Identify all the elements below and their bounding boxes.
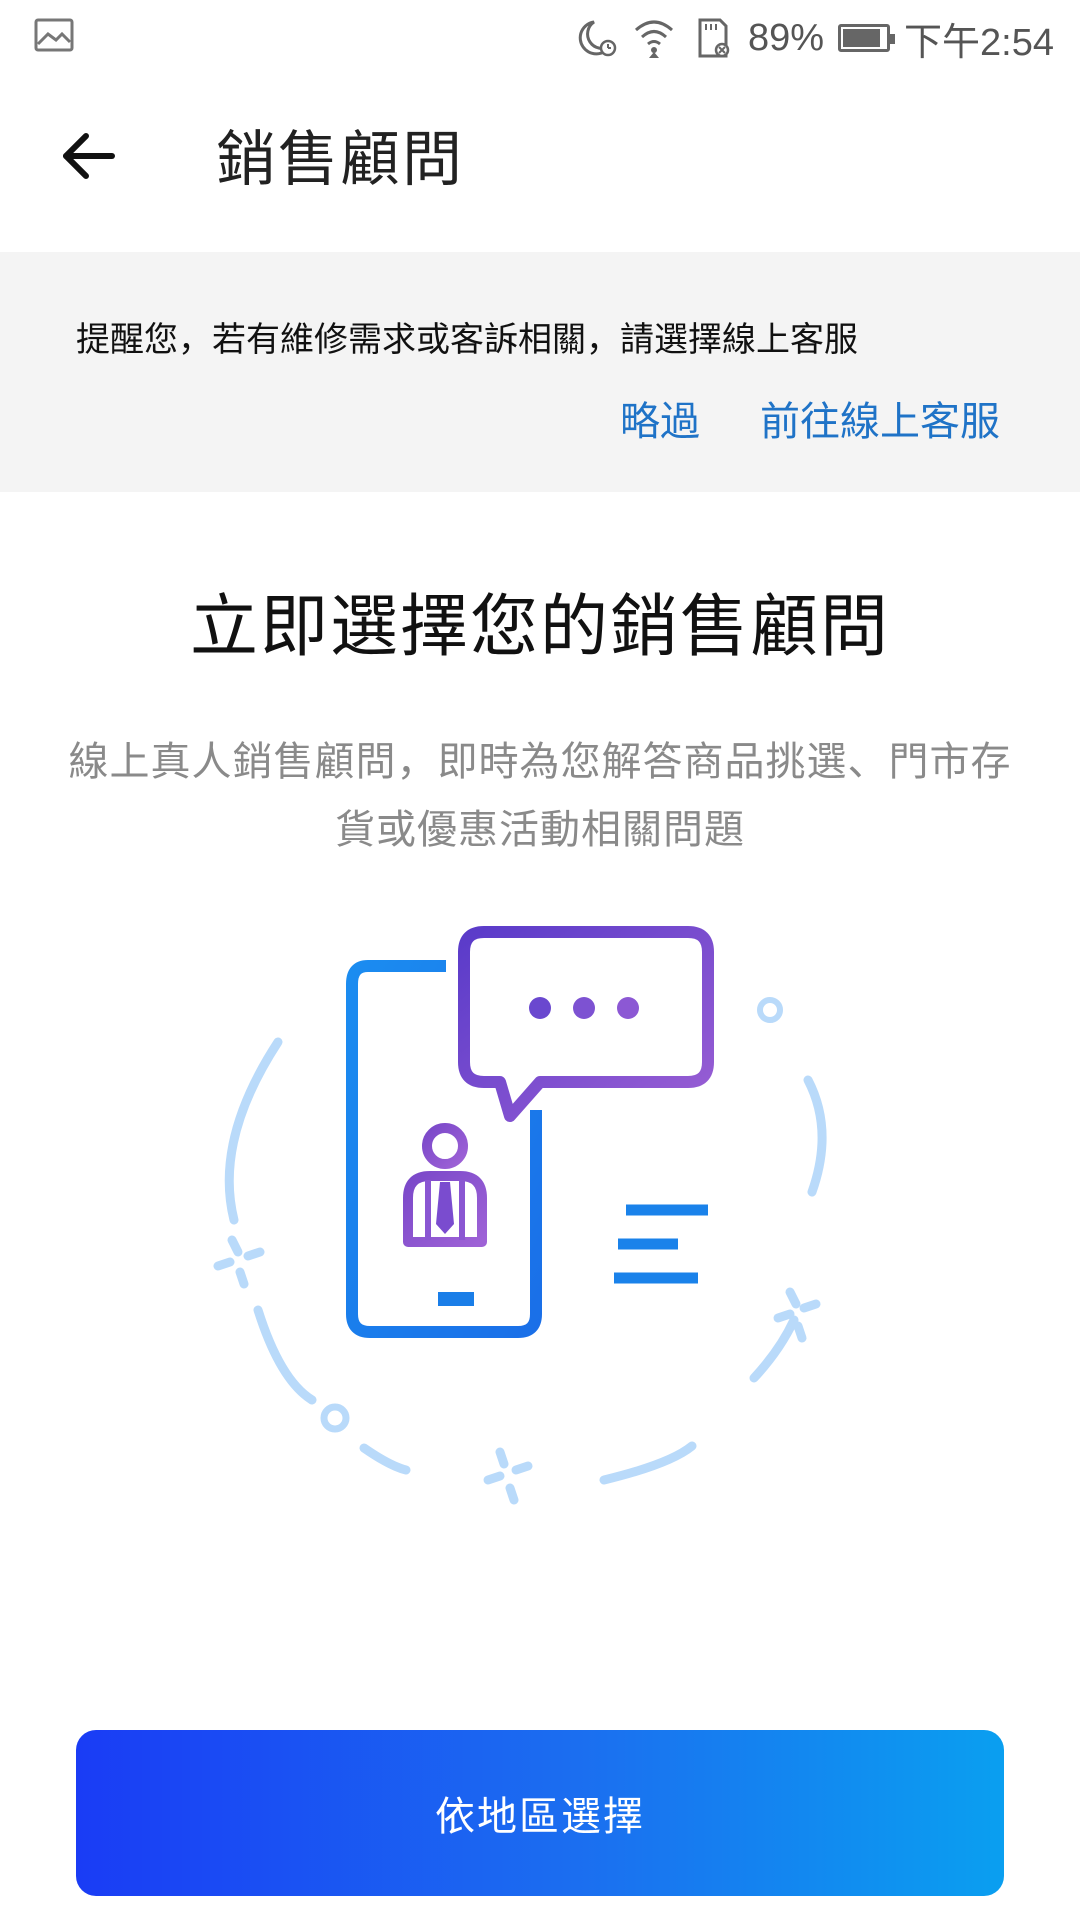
skip-link[interactable]: 略過 bbox=[620, 390, 700, 454]
banner-actions: 略過 前往線上客服 bbox=[620, 390, 1000, 454]
phone-home-button bbox=[438, 1292, 474, 1306]
image-icon bbox=[34, 18, 74, 52]
text-lines bbox=[614, 1204, 708, 1284]
hero-title: 立即選擇您的銷售顧問 bbox=[189, 588, 890, 667]
moon-alarm-icon bbox=[578, 20, 617, 57]
battery-icon bbox=[838, 24, 896, 52]
status-bar: 89% 下午2:54 bbox=[0, 0, 1080, 76]
page-title: 銷售顧問 bbox=[216, 125, 464, 195]
chat-bubble bbox=[458, 926, 714, 1122]
reminder-message: 提醒您，若有維修需求或客訴相關，請選擇線上客服 bbox=[76, 320, 858, 360]
consultant-figure bbox=[403, 1123, 487, 1247]
dot-3 bbox=[617, 997, 639, 1019]
back-button[interactable] bbox=[48, 116, 128, 196]
online-service-link[interactable]: 前往線上客服 bbox=[760, 390, 1000, 454]
battery-percent: 89% bbox=[747, 16, 825, 59]
phone-graphic bbox=[334, 960, 542, 1338]
phone-chat-consultant-icon bbox=[213, 926, 827, 1505]
battery-level bbox=[843, 29, 880, 47]
reminder-banner: 提醒您，若有維修需求或客訴相關，請選擇線上客服 略過 前往線上客服 bbox=[0, 252, 1080, 492]
hero-subtitle: 線上真人銷售顧問，即時為您解答商品挑選、門市存貨或優惠活動相關問題 bbox=[68, 739, 1012, 853]
select-by-region-button[interactable]: 依地區選擇 bbox=[76, 1730, 1004, 1896]
dot-2 bbox=[573, 997, 595, 1019]
select-by-region-label: 依地區選擇 bbox=[435, 1794, 645, 1840]
dot-1 bbox=[529, 997, 551, 1019]
clock: 下午2:54 bbox=[904, 21, 1054, 64]
app-bar: 銷售顧問 bbox=[0, 76, 1080, 252]
arrow-left-icon bbox=[63, 133, 115, 179]
wifi-icon bbox=[634, 20, 673, 58]
sd-card-icon bbox=[698, 18, 730, 58]
decoration-ring bbox=[213, 997, 827, 1505]
status-icons: 89% 下午2:54 bbox=[574, 10, 1054, 66]
